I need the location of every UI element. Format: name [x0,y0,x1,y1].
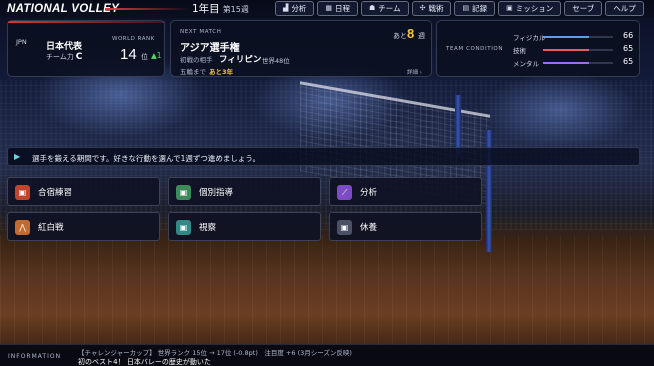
team-name: 日本代表 [46,42,83,52]
main-menu: ▟ 分析 ▦ 日程 ☗ チーム ✣ 戦術 ▤ 記録 ▣ ミッション セーブ ヘルプ [275,1,644,16]
olympics-label: 五輪まで [180,68,206,76]
team-power: チーム力 C [46,52,83,62]
team-icon: ☗ [369,4,376,12]
condition-fill [543,36,590,38]
menu-schedule-button[interactable]: ▦ 日程 [317,1,359,16]
week-label: 第15週 [222,5,249,14]
save-button[interactable]: セーブ [564,1,603,16]
scrimmage-icon: ⋀ [15,220,30,235]
condition-name: メンタル [513,60,539,68]
scouting-icon: ▣ [176,220,191,235]
menu-team-button[interactable]: ☗ チーム [361,1,409,16]
team-condition-label: TEAM CONDITION [446,46,504,52]
opponent-rank: 世界48位 [262,57,290,65]
world-rank-delta: ▲1 [151,51,162,60]
condition-bar [543,36,613,38]
detail-link[interactable]: 詳細 › [407,68,422,76]
information-line-1: 【チャレンジャーカップ】 世界ランク 15位 → 17位 (-0.8pt) 注目… [78,349,352,357]
period-message: 選手を鍛える期間です。好きな行動を選んで1週ずつ進めましょう。 [32,154,260,163]
action-scouting-button[interactable]: ▣ 視察 [168,212,321,241]
condition-value: 65 [623,57,634,66]
olympics-countdown: あと3年 [209,68,234,76]
action-training-camp-button[interactable]: ▣ 合宿練習 [7,177,160,206]
action-scrimmage-button[interactable]: ⋀ 紅白戦 [7,212,160,241]
condition-row-physical: フィジカル 66 [513,31,634,42]
condition-fill [543,49,589,51]
team-accent-line [8,21,166,23]
team-condition-panel: TEAM CONDITION フィジカル 66 技術 65 メンタル 65 [436,20,640,77]
top-bar: NATIONAL VOLLEY 1年目 第15週 ▟ 分析 ▦ 日程 ☗ チーム ✣ 戦術… [0,0,654,18]
help-button[interactable]: ヘルプ [605,1,644,16]
weeks-unit: 週 [418,32,425,40]
action-individual-coaching-button[interactable]: ▣ 個別指導 [168,177,321,206]
training-icon: ▣ [15,185,30,200]
rest-icon: ▣ [337,220,352,235]
mission-icon: ▣ [506,4,513,12]
opponent-label: 初戦の相手 [180,56,213,64]
year-label: 1年目 [192,3,220,15]
calendar-week: 1年目 第15週 [192,0,249,18]
menu-record-button[interactable]: ▤ 記録 [454,1,496,16]
world-rank-unit: 位 [141,53,148,61]
condition-value: 65 [623,44,634,53]
court-floor [0,235,654,350]
action-rest-button[interactable]: ▣ 休養 [329,212,482,241]
weeks-remaining: 8 [407,26,415,41]
chart-icon: ▟ [283,4,289,12]
tactics-icon: ✣ [419,4,426,12]
app-title: NATIONAL VOLLEY [7,3,120,15]
menu-analysis-button[interactable]: ▟ 分析 [275,1,315,16]
condition-name: 技術 [513,47,526,55]
condition-fill [543,62,589,64]
next-match-label: NEXT MATCH [180,29,222,35]
calendar-icon: ▦ [325,4,333,12]
next-match-panel[interactable]: NEXT MATCH アジア選手権 初戦の相手 フィリピン 世界48位 五輪まで… [170,20,432,77]
period-banner: ▶ 選手を鍛える期間です。好きな行動を選んで1週ずつ進めましょう。 [7,147,640,166]
menu-mission-button[interactable]: ▣ ミッション [498,1,562,16]
information-label: INFORMATION [8,353,62,360]
opponent-name: フィリピン [219,55,262,65]
condition-bar [543,62,613,64]
world-rank-label: WORLD RANK [112,36,155,42]
flag-icon: JPN [16,38,27,46]
record-icon: ▤ [462,4,470,12]
coaching-icon: ▣ [176,185,191,200]
team-panel: JPN 日本代表 チーム力 C WORLD RANK 14 位 ▲1 [7,20,166,77]
information-line-2: 初のベスト4！ 日本バレーの歴史が動いた [78,358,211,366]
condition-bar [543,49,613,51]
condition-row-technique: 技術 65 [513,44,634,55]
information-bar: INFORMATION 【チャレンジャーカップ】 世界ランク 15位 → 17位… [0,344,654,366]
condition-value: 66 [623,31,634,40]
weeks-prefix: あと [393,32,407,40]
team-power-grade: C [75,52,83,62]
net-pole-left [455,95,461,155]
condition-row-mental: メンタル 65 [513,57,634,68]
play-arrow-icon: ▶ [14,152,21,161]
title-accent-line [105,8,190,10]
world-rank-value: 14 [120,46,137,63]
next-match-title: アジア選手権 [180,43,240,54]
analysis-icon: ⟋ [337,185,352,200]
action-analysis-button[interactable]: ⟋ 分析 [329,177,482,206]
menu-tactics-button[interactable]: ✣ 戦術 [411,1,452,16]
condition-name: フィジカル [513,34,546,42]
